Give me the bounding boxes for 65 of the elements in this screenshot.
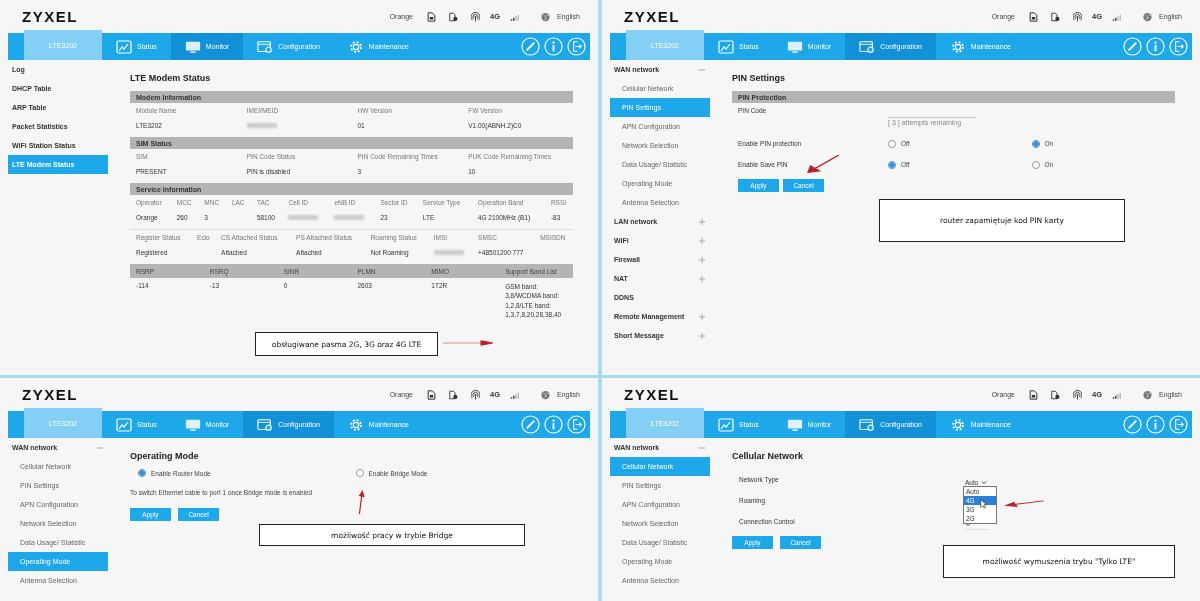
expand-icon	[698, 274, 706, 283]
antenna-icon	[471, 389, 480, 400]
expand-icon	[698, 255, 706, 264]
cursor-icon	[980, 498, 987, 509]
radio-button[interactable]	[888, 139, 896, 148]
annotation-arrow	[357, 490, 365, 514]
sim-card-icon	[1029, 11, 1038, 22]
configuration-icon	[257, 417, 274, 432]
logout-icon[interactable]	[567, 415, 586, 434]
sim-status-icon	[1051, 389, 1060, 400]
monitor-icon	[184, 39, 201, 54]
gear-icon	[949, 417, 966, 432]
page-title: LTE Modem Status	[130, 73, 212, 83]
sim-status-icon	[449, 389, 458, 400]
radio-button[interactable]	[888, 160, 896, 169]
expand-icon	[698, 312, 706, 321]
info-icon[interactable]	[544, 415, 563, 434]
logout-icon[interactable]	[1169, 415, 1188, 434]
radio-button[interactable]	[1031, 160, 1040, 169]
sim-card-icon	[427, 389, 436, 400]
info-icon[interactable]	[1146, 37, 1165, 56]
globe-icon[interactable]	[1143, 11, 1153, 22]
expand-icon	[698, 217, 706, 226]
status-icon	[116, 39, 132, 54]
sim-card-icon	[427, 11, 436, 22]
caret-icon	[965, 521, 971, 527]
monitor-icon	[184, 417, 201, 432]
page-title: PIN Settings	[732, 73, 786, 83]
antenna-icon	[1073, 11, 1082, 22]
monitor-icon	[786, 39, 803, 54]
logo: ZYXEL	[624, 386, 680, 403]
configuration-icon	[859, 417, 876, 432]
page-title: Cellular Network	[732, 451, 805, 461]
expand-icon	[698, 236, 706, 245]
page-title: Operating Mode	[130, 451, 200, 461]
antenna-icon	[471, 11, 480, 22]
radio-button[interactable]	[138, 469, 146, 477]
logo: ZYXEL	[22, 8, 78, 25]
gear-icon	[347, 417, 364, 432]
info-icon[interactable]	[544, 37, 563, 56]
sim-card-icon	[1029, 389, 1038, 400]
gear-icon	[949, 39, 966, 54]
logo: ZYXEL	[624, 8, 680, 25]
antenna-icon	[1073, 389, 1082, 400]
logout-icon[interactable]	[567, 37, 586, 56]
caret-icon	[981, 479, 988, 485]
configuration-icon	[257, 39, 274, 54]
logout-icon[interactable]	[1169, 37, 1188, 56]
status-icon	[718, 39, 734, 54]
globe-icon[interactable]	[541, 11, 551, 22]
status-icon	[116, 417, 132, 432]
gear-icon	[347, 39, 364, 54]
globe-icon[interactable]	[541, 389, 551, 400]
expand-icon	[698, 331, 706, 340]
radio-button[interactable]	[355, 469, 364, 477]
configuration-icon	[859, 39, 876, 54]
status-icon	[718, 417, 734, 432]
sim-status-icon	[1051, 11, 1060, 22]
radio-button[interactable]	[1031, 139, 1040, 148]
info-icon[interactable]	[1146, 415, 1165, 434]
globe-icon[interactable]	[1143, 389, 1153, 400]
sim-status-icon	[449, 11, 458, 22]
logo: ZYXEL	[22, 386, 78, 403]
annotation-arrow	[807, 155, 839, 173]
monitor-icon	[786, 417, 803, 432]
